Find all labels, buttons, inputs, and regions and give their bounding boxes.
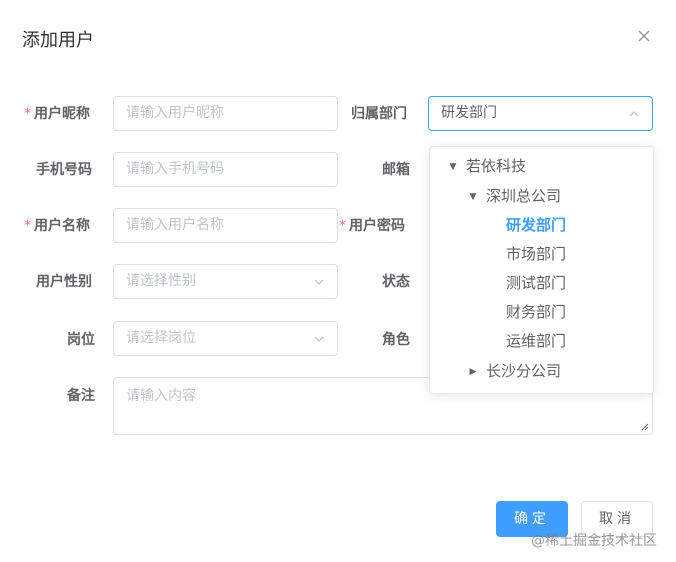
post-select[interactable]: 请选择岗位 bbox=[113, 321, 338, 356]
tree-node-rd[interactable]: 研发部门 bbox=[506, 212, 566, 238]
remark-placeholder: 请输入内容 bbox=[126, 388, 196, 404]
gender-label: 用户性别 bbox=[36, 274, 92, 290]
email-label: 邮箱 bbox=[382, 162, 410, 178]
post-label: 岗位 bbox=[67, 332, 95, 348]
status-label: 状态 bbox=[382, 274, 410, 290]
caret-right-icon[interactable]: ▶ bbox=[466, 359, 480, 385]
gender-select-placeholder: 请选择性别 bbox=[126, 273, 196, 289]
add-user-dialog: 添加用户 * 用户昵称 请输入用户昵称 归属部门 研发部门 手机号码 请输入手机号… bbox=[0, 0, 676, 562]
phone-input[interactable]: 请输入手机号码 bbox=[113, 152, 338, 187]
resize-handle-icon[interactable] bbox=[641, 423, 649, 431]
caret-down-icon[interactable]: ▼ bbox=[466, 184, 480, 210]
dept-label: 归属部门 bbox=[351, 106, 407, 122]
watermark: @稀土掘金技术社区 bbox=[531, 533, 657, 549]
chevron-down-icon bbox=[314, 279, 324, 285]
chevron-up-icon bbox=[629, 111, 639, 117]
tree-node-marketing[interactable]: 市场部门 bbox=[506, 241, 566, 267]
close-icon[interactable] bbox=[636, 28, 652, 44]
tree-node-ops[interactable]: 运维部门 bbox=[506, 328, 566, 354]
post-select-placeholder: 请选择岗位 bbox=[126, 330, 196, 346]
dept-select-value: 研发部门 bbox=[441, 105, 497, 121]
caret-down-icon[interactable]: ▼ bbox=[446, 154, 460, 180]
tree-node-finance[interactable]: 财务部门 bbox=[506, 299, 566, 325]
role-label: 角色 bbox=[382, 332, 410, 348]
remark-label: 备注 bbox=[67, 388, 95, 404]
required-mark: * bbox=[339, 218, 346, 234]
required-mark: * bbox=[24, 218, 31, 234]
required-mark: * bbox=[24, 106, 31, 122]
dept-tree-dropdown: ▼ 若依科技 ▼ 深圳总公司 研发部门 市场部门 测试部门 财务部门 运维部门 ▶ 长… bbox=[429, 146, 654, 394]
tree-node-root[interactable]: ▼ 若依科技 bbox=[446, 153, 526, 179]
username-label: * 用户名称 bbox=[24, 218, 90, 234]
gender-select[interactable]: 请选择性别 bbox=[113, 264, 338, 299]
password-label: * 用户密码 bbox=[339, 218, 405, 234]
chevron-down-icon bbox=[314, 336, 324, 342]
tree-node-testing[interactable]: 测试部门 bbox=[506, 270, 566, 296]
nickname-input[interactable]: 请输入用户昵称 bbox=[113, 96, 338, 131]
tree-node-shenzhen[interactable]: ▼ 深圳总公司 bbox=[466, 183, 561, 209]
tree-node-changsha[interactable]: ▶ 长沙分公司 bbox=[466, 358, 561, 384]
phone-label: 手机号码 bbox=[36, 162, 92, 178]
dept-select[interactable]: 研发部门 bbox=[428, 96, 653, 131]
dialog-title: 添加用户 bbox=[22, 30, 94, 51]
nickname-label: * 用户昵称 bbox=[24, 106, 90, 122]
username-input[interactable]: 请输入用户名称 bbox=[113, 208, 338, 243]
